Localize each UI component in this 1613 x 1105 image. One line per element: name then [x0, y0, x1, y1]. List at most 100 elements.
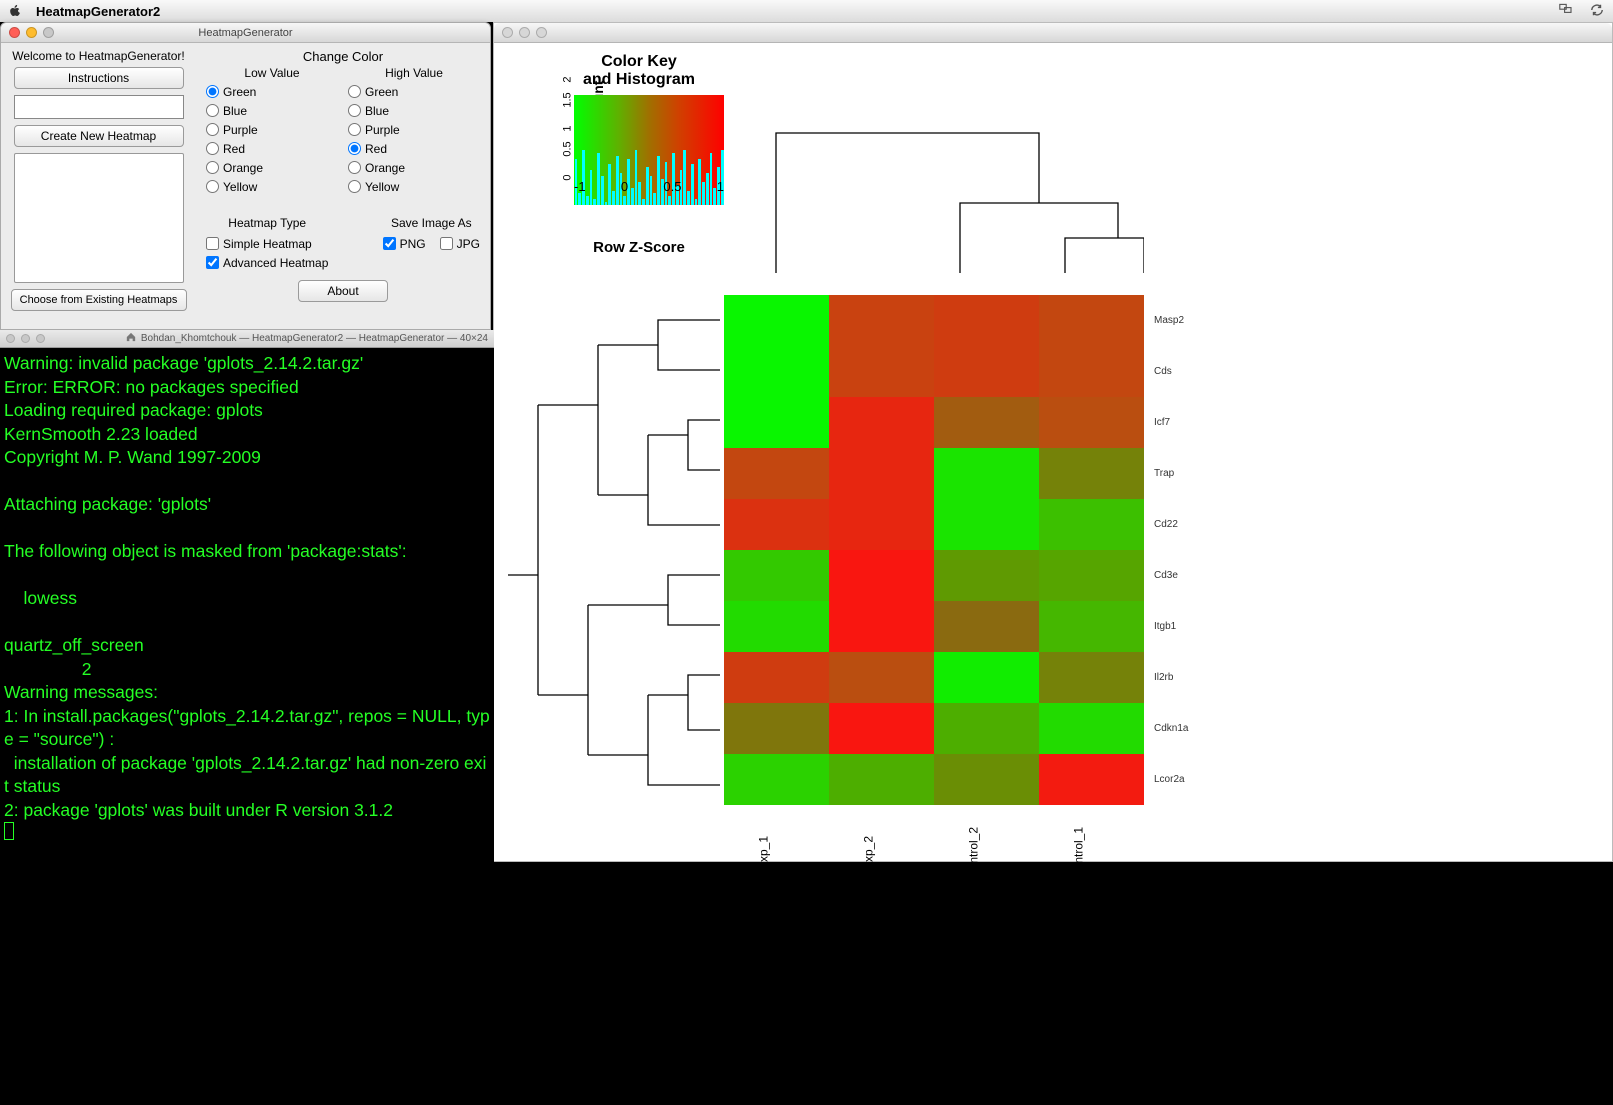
advanced-heatmap-checkbox[interactable]: Advanced Heatmap	[206, 253, 328, 272]
heatmap-cell	[724, 448, 829, 499]
low-blue-radio[interactable]: Blue	[206, 101, 338, 120]
window-close-icon[interactable]	[9, 27, 20, 38]
heatmap-cell	[724, 346, 829, 397]
terminal-close-icon[interactable]	[6, 334, 15, 343]
row-dendrogram	[508, 295, 720, 805]
heatmap-cell	[829, 448, 934, 499]
apple-menu-icon[interactable]	[8, 4, 22, 18]
high-red-radio[interactable]: Red	[348, 139, 480, 158]
simple-heatmap-checkbox[interactable]: Simple Heatmap	[206, 234, 328, 253]
window-titlebar[interactable]: HeatmapGenerator	[1, 23, 490, 43]
heatmap-row-labels: Masp2CdsIcf7TrapCd22Cd3eItgb1Il2rbCdkn1a…	[1154, 295, 1188, 805]
heatmap-cell	[1039, 601, 1144, 652]
plot-window: Color Keyand Histogram Count -100.51 Row…	[493, 22, 1613, 862]
save-image-as-title: Save Image As	[383, 216, 480, 230]
heatmap-cell	[829, 499, 934, 550]
create-heatmap-button[interactable]: Create New Heatmap	[14, 125, 184, 147]
heatmap-cell	[934, 346, 1039, 397]
plot-window-minimize-icon[interactable]	[519, 27, 530, 38]
plot-window-titlebar[interactable]	[494, 23, 1612, 43]
heatmap-cell	[934, 448, 1039, 499]
menubar-sync-icon[interactable]	[1589, 3, 1605, 20]
high-orange-radio[interactable]: Orange	[348, 158, 480, 177]
heatmap-cell	[934, 550, 1039, 601]
heatmap-cell	[829, 550, 934, 601]
heatmap-cell	[934, 652, 1039, 703]
terminal-home-icon	[126, 332, 136, 345]
heatmap-cell	[829, 346, 934, 397]
heatmap-cell	[724, 499, 829, 550]
heatmap-col-labels: Exp_1Exp_2Control_2Control_1	[724, 813, 1144, 873]
low-red-radio[interactable]: Red	[206, 139, 338, 158]
heatmap-generator-window: HeatmapGenerator Welcome to HeatmapGener…	[0, 22, 491, 330]
heatmap-cell	[1039, 448, 1144, 499]
heatmap-cell	[724, 397, 829, 448]
color-key-histogram	[574, 150, 724, 205]
change-color-title: Change Color	[206, 49, 480, 64]
heatmap-grid	[724, 295, 1144, 805]
heatmap-cell	[934, 499, 1039, 550]
heatmap-cell	[724, 550, 829, 601]
heatmap-cell	[1039, 397, 1144, 448]
terminal-zoom-icon[interactable]	[36, 334, 45, 343]
low-purple-radio[interactable]: Purple	[206, 120, 338, 139]
save-jpg-checkbox[interactable]: JPG	[440, 234, 480, 253]
heatmap-cell	[1039, 346, 1144, 397]
heatmap-cell	[724, 703, 829, 754]
menubar-fullscreen-icon[interactable]	[1559, 3, 1575, 20]
heatmap-cell	[1039, 652, 1144, 703]
window-zoom-icon[interactable]	[43, 27, 54, 38]
heatmap-cell	[829, 703, 934, 754]
file-path-input[interactable]	[14, 95, 184, 119]
low-orange-radio[interactable]: Orange	[206, 158, 338, 177]
heatmap-cell	[1039, 754, 1144, 805]
high-green-radio[interactable]: Green	[348, 82, 480, 101]
mac-menubar: HeatmapGenerator2	[0, 0, 1613, 22]
heatmap-cell	[934, 295, 1039, 346]
high-value-label: High Value	[348, 66, 480, 80]
high-purple-radio[interactable]: Purple	[348, 120, 480, 139]
terminal-window: Bohdan_Khomtchouk — HeatmapGenerator2 — …	[0, 330, 494, 870]
window-minimize-icon[interactable]	[26, 27, 37, 38]
instructions-button[interactable]: Instructions	[14, 67, 184, 89]
heatmap-cell	[724, 652, 829, 703]
heatmap-cell	[724, 754, 829, 805]
menubar-app-name[interactable]: HeatmapGenerator2	[36, 4, 160, 19]
heatmap-cell	[934, 754, 1039, 805]
plot-area: Color Keyand Histogram Count -100.51 Row…	[494, 43, 1612, 861]
low-yellow-radio[interactable]: Yellow	[206, 177, 338, 196]
choose-existing-button[interactable]: Choose from Existing Heatmaps	[11, 289, 187, 311]
welcome-label: Welcome to HeatmapGenerator!	[9, 49, 188, 63]
heatmap-cell	[934, 397, 1039, 448]
low-value-label: Low Value	[206, 66, 338, 80]
terminal-cursor	[4, 822, 14, 840]
color-key-xlabel: Row Z-Score	[554, 239, 724, 256]
heatmap-cell	[1039, 499, 1144, 550]
heatmap-cell	[934, 703, 1039, 754]
save-png-checkbox[interactable]: PNG	[383, 234, 426, 253]
color-key-yticks: 00.511.52	[560, 69, 575, 179]
existing-heatmaps-list[interactable]	[14, 153, 184, 283]
window-title: HeatmapGenerator	[1, 27, 490, 39]
terminal-minimize-icon[interactable]	[21, 334, 30, 343]
low-green-radio[interactable]: Green	[206, 82, 338, 101]
about-button[interactable]: About	[298, 280, 388, 302]
high-yellow-radio[interactable]: Yellow	[348, 177, 480, 196]
terminal-title: Bohdan_Khomtchouk — HeatmapGenerator2 — …	[141, 333, 488, 344]
heatmap-cell	[829, 295, 934, 346]
heatmap-cell	[829, 397, 934, 448]
heatmap-cell	[1039, 295, 1144, 346]
plot-window-zoom-icon[interactable]	[536, 27, 547, 38]
heatmap-cell	[934, 601, 1039, 652]
heatmap-cell	[1039, 703, 1144, 754]
plot-window-close-icon[interactable]	[502, 27, 513, 38]
high-blue-radio[interactable]: Blue	[348, 101, 480, 120]
heatmap-cell	[829, 601, 934, 652]
color-key-title: Color Keyand Histogram	[554, 53, 724, 89]
color-key-xticks: -100.51	[574, 179, 724, 194]
terminal-titlebar[interactable]: Bohdan_Khomtchouk — HeatmapGenerator2 — …	[0, 330, 494, 348]
heatmap-cell	[724, 601, 829, 652]
heatmap-cell	[724, 295, 829, 346]
terminal-output[interactable]: Warning: invalid package 'gplots_2.14.2.…	[0, 348, 494, 870]
column-dendrogram	[724, 73, 1144, 273]
